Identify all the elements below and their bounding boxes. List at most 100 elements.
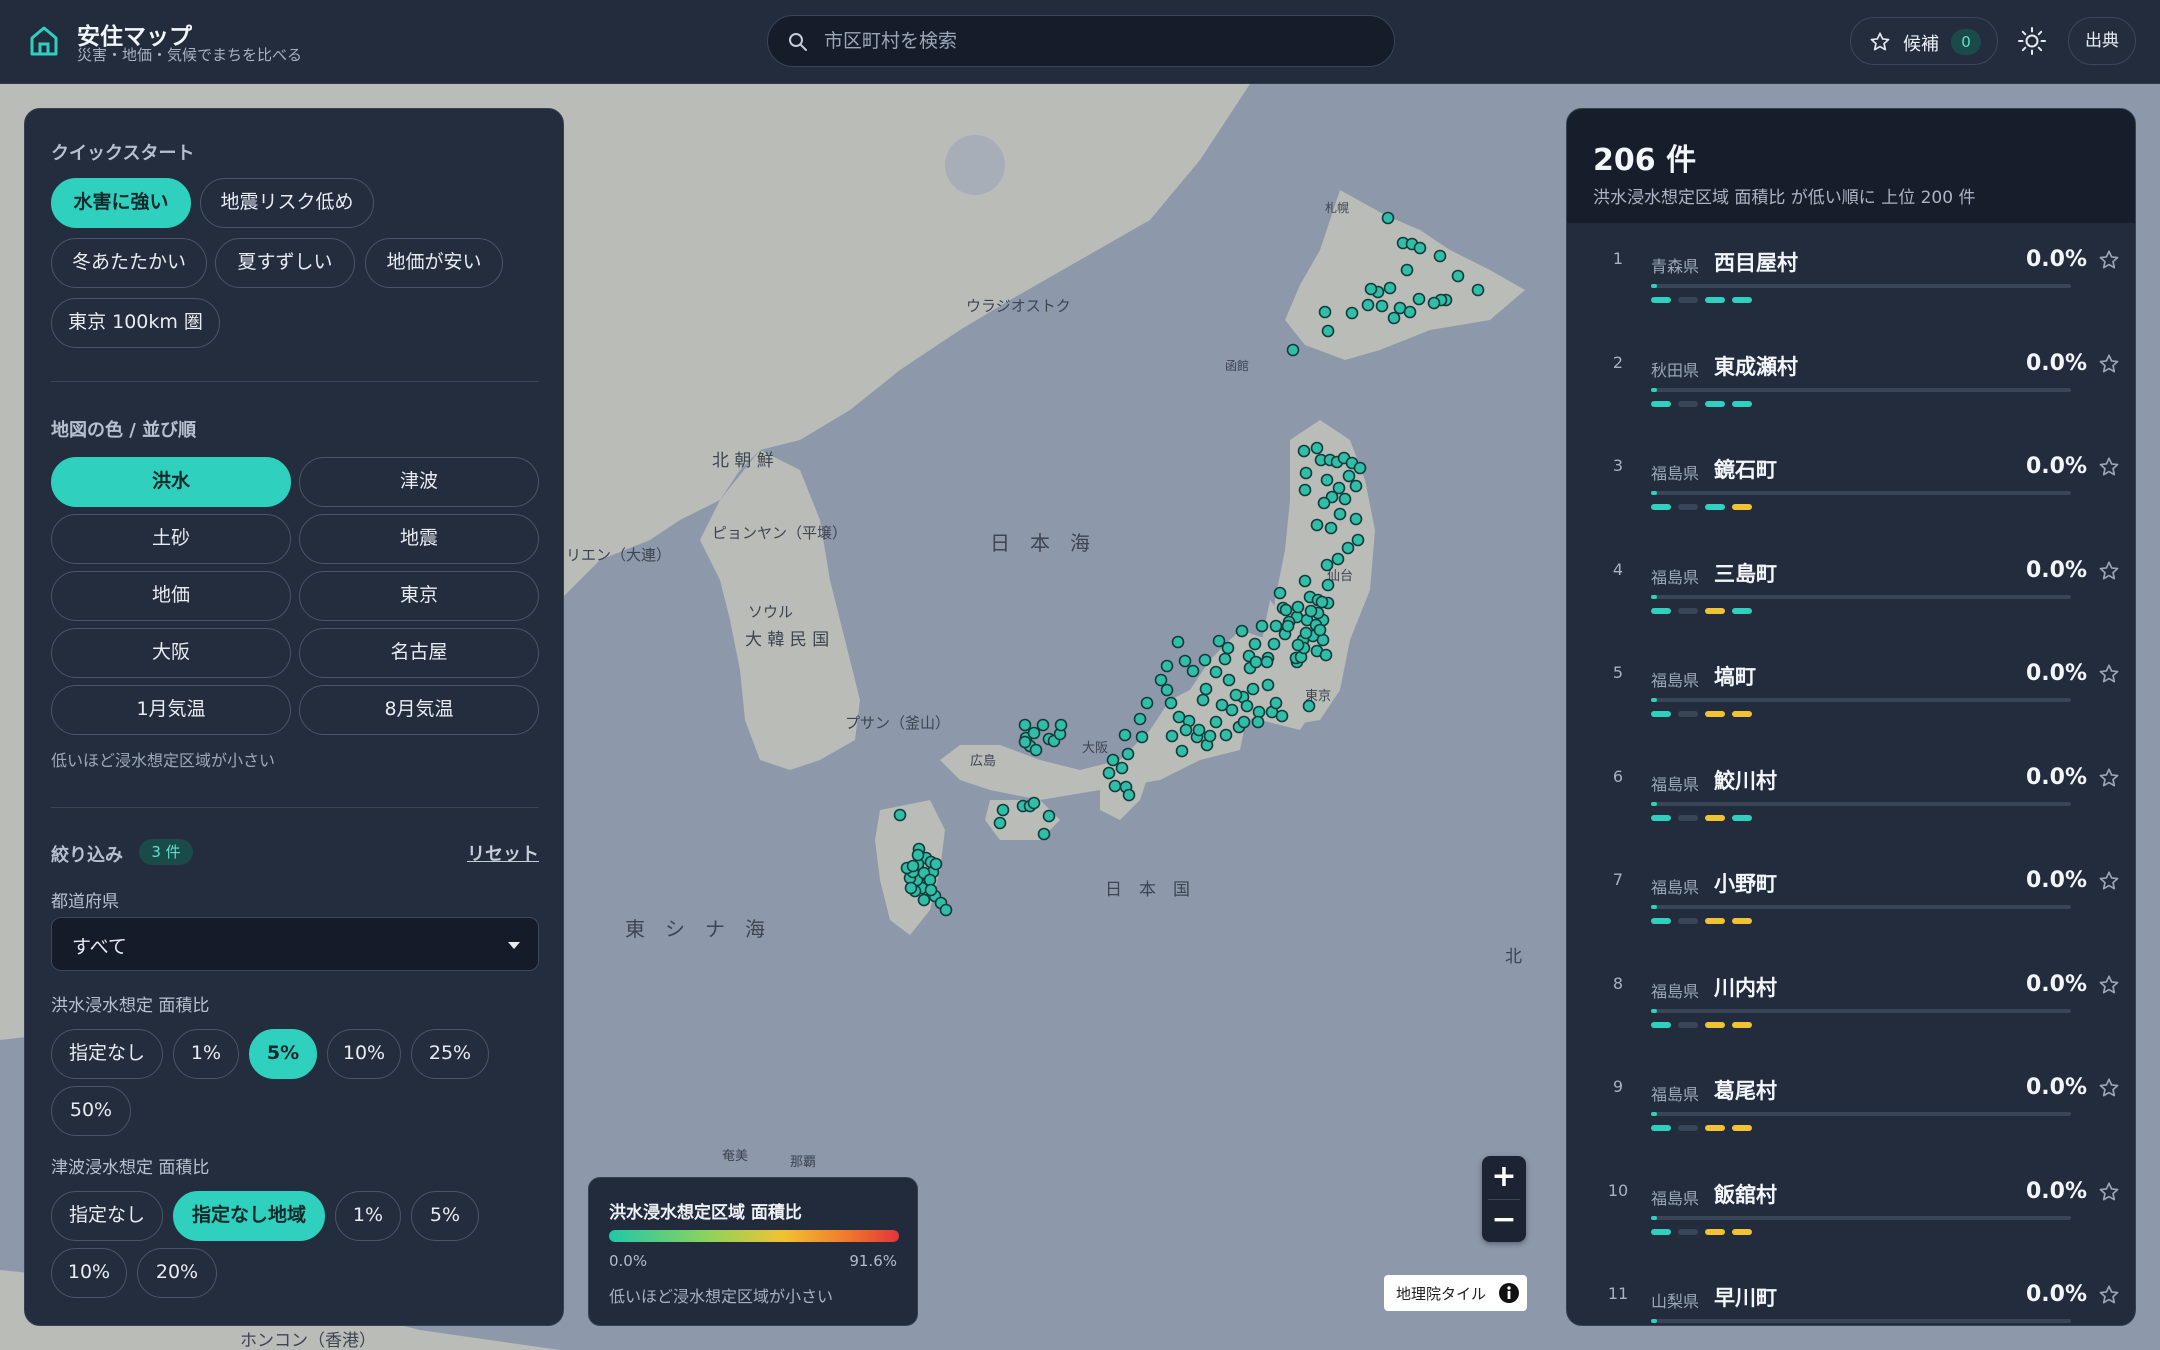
municipality-marker[interactable] bbox=[1321, 324, 1335, 338]
municipality-marker[interactable] bbox=[1321, 578, 1335, 592]
candidates-button[interactable]: 候補 0 bbox=[1850, 17, 1998, 65]
municipality-marker[interactable] bbox=[1221, 641, 1235, 655]
municipality-marker[interactable] bbox=[1018, 735, 1032, 749]
colorby-jan-temp[interactable]: 1月気温 bbox=[51, 685, 291, 735]
municipality-marker[interactable] bbox=[1412, 292, 1426, 306]
municipality-marker[interactable] bbox=[1298, 574, 1312, 588]
municipality-marker[interactable] bbox=[1179, 723, 1193, 737]
municipality-marker[interactable] bbox=[1160, 683, 1174, 697]
result-row[interactable]: 8 福島県 川内村 0.0% bbox=[1567, 960, 2135, 1063]
quickstart-tokyo-100km[interactable]: 東京 100km 圏 bbox=[51, 298, 220, 348]
colorby-tokyo[interactable]: 東京 bbox=[299, 571, 539, 621]
municipality-marker[interactable] bbox=[1192, 723, 1206, 737]
result-row[interactable]: 7 福島県 小野町 0.0% bbox=[1567, 856, 2135, 959]
star-icon[interactable] bbox=[2098, 1181, 2120, 1203]
colorby-land-price[interactable]: 地価 bbox=[51, 571, 291, 621]
municipality-marker[interactable] bbox=[939, 903, 953, 917]
tsunami-option-5[interactable]: 5% bbox=[411, 1191, 479, 1241]
municipality-marker[interactable] bbox=[1135, 730, 1149, 744]
municipality-marker[interactable] bbox=[1286, 343, 1300, 357]
tsunami-option-1[interactable]: 1% bbox=[335, 1191, 401, 1241]
municipality-marker[interactable] bbox=[1338, 492, 1352, 506]
municipality-marker[interactable] bbox=[1313, 623, 1327, 637]
municipality-marker[interactable] bbox=[1297, 444, 1311, 458]
municipality-marker[interactable] bbox=[1054, 718, 1068, 732]
municipality-marker[interactable] bbox=[1255, 619, 1269, 633]
municipality-marker[interactable] bbox=[1298, 483, 1312, 497]
home-icon[interactable] bbox=[28, 24, 60, 58]
municipality-marker[interactable] bbox=[1042, 809, 1056, 823]
colorby-nagoya[interactable]: 名古屋 bbox=[299, 628, 539, 678]
municipality-marker[interactable] bbox=[1317, 496, 1331, 510]
colorby-earthquake[interactable]: 地震 bbox=[299, 514, 539, 564]
municipality-marker[interactable] bbox=[1165, 729, 1179, 743]
star-icon[interactable] bbox=[2098, 767, 2120, 789]
municipality-marker[interactable] bbox=[1403, 305, 1417, 319]
municipality-marker[interactable] bbox=[1240, 699, 1254, 713]
municipality-marker[interactable] bbox=[1413, 241, 1427, 255]
result-row[interactable]: 11 山梨県 早川町 0.0% bbox=[1567, 1270, 2135, 1325]
municipality-marker[interactable] bbox=[1383, 281, 1397, 295]
municipality-marker[interactable] bbox=[1115, 761, 1129, 775]
sources-button[interactable]: 出典 bbox=[2068, 17, 2136, 65]
prefecture-select[interactable]: すべて bbox=[51, 917, 539, 971]
municipality-marker[interactable] bbox=[1261, 678, 1275, 692]
municipality-marker[interactable] bbox=[906, 859, 920, 873]
municipality-marker[interactable] bbox=[1324, 521, 1338, 535]
municipality-marker[interactable] bbox=[1251, 715, 1265, 729]
municipality-marker[interactable] bbox=[1427, 296, 1441, 310]
result-row[interactable]: 10 福島県 飯舘村 0.0% bbox=[1567, 1167, 2135, 1270]
municipality-marker[interactable] bbox=[1235, 624, 1249, 638]
municipality-marker[interactable] bbox=[1018, 718, 1032, 732]
star-icon[interactable] bbox=[2098, 456, 2120, 478]
star-icon[interactable] bbox=[2098, 249, 2120, 271]
municipality-marker[interactable] bbox=[1237, 715, 1251, 729]
municipality-marker[interactable] bbox=[1196, 693, 1210, 707]
flood-option-none[interactable]: 指定なし bbox=[51, 1029, 163, 1079]
municipality-marker[interactable] bbox=[1229, 688, 1243, 702]
flood-option-50[interactable]: 50% bbox=[51, 1086, 131, 1136]
municipality-marker[interactable] bbox=[1106, 753, 1120, 767]
municipality-marker[interactable] bbox=[1249, 655, 1263, 669]
municipality-marker[interactable] bbox=[1315, 595, 1329, 609]
municipality-marker[interactable] bbox=[1199, 682, 1213, 696]
municipality-marker[interactable] bbox=[1349, 479, 1363, 493]
municipality-marker[interactable] bbox=[1178, 654, 1192, 668]
tsunami-option-20[interactable]: 20% bbox=[137, 1248, 217, 1298]
flood-option-25[interactable]: 25% bbox=[411, 1029, 489, 1079]
municipality-marker[interactable] bbox=[1364, 282, 1378, 296]
municipality-marker[interactable] bbox=[1342, 469, 1356, 483]
municipality-marker[interactable] bbox=[1291, 600, 1305, 614]
municipality-marker[interactable] bbox=[924, 883, 938, 897]
star-icon[interactable] bbox=[2098, 870, 2120, 892]
municipality-marker[interactable] bbox=[1267, 637, 1281, 651]
municipality-marker[interactable] bbox=[1310, 441, 1324, 455]
colorby-landslide[interactable]: 土砂 bbox=[51, 514, 291, 564]
municipality-marker[interactable] bbox=[1260, 655, 1274, 669]
municipality-marker[interactable] bbox=[1299, 466, 1313, 480]
municipality-marker[interactable] bbox=[1218, 652, 1232, 666]
municipality-marker[interactable] bbox=[1140, 696, 1154, 710]
municipality-marker[interactable] bbox=[1269, 619, 1283, 633]
quickstart-low-quake[interactable]: 地震リスク低め bbox=[200, 178, 374, 228]
municipality-marker[interactable] bbox=[1198, 653, 1212, 667]
star-icon[interactable] bbox=[2098, 1284, 2120, 1306]
municipality-marker[interactable] bbox=[1219, 728, 1233, 742]
result-row[interactable]: 4 福島県 三島町 0.0% bbox=[1567, 546, 2135, 649]
municipality-marker[interactable] bbox=[1375, 299, 1389, 313]
colorby-osaka[interactable]: 大阪 bbox=[51, 628, 291, 678]
info-icon[interactable] bbox=[1498, 1282, 1520, 1304]
search-input[interactable] bbox=[822, 16, 1382, 66]
colorby-aug-temp[interactable]: 8月気温 bbox=[299, 685, 539, 735]
municipality-marker[interactable] bbox=[911, 848, 925, 862]
municipality-marker[interactable] bbox=[1304, 604, 1318, 618]
municipality-marker[interactable] bbox=[1331, 552, 1345, 566]
municipality-marker[interactable] bbox=[1471, 283, 1485, 297]
municipality-marker[interactable] bbox=[1037, 827, 1051, 841]
municipality-marker[interactable] bbox=[1361, 298, 1375, 312]
municipality-marker[interactable] bbox=[1400, 263, 1414, 277]
municipality-marker[interactable] bbox=[996, 803, 1010, 817]
municipality-marker[interactable] bbox=[1186, 664, 1200, 678]
municipality-marker[interactable] bbox=[1320, 558, 1334, 572]
quickstart-cool-summer[interactable]: 夏すずしい bbox=[215, 238, 355, 288]
